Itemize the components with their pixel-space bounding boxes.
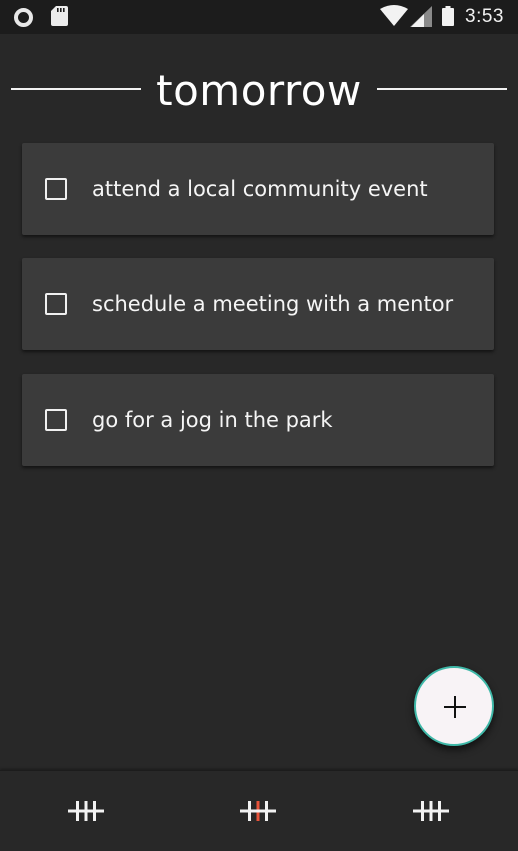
nav-item-tomorrow[interactable] [240,795,276,827]
task-checkbox[interactable] [45,409,67,431]
status-time: 3:53 [465,6,504,27]
task-label: schedule a meeting with a mentor [92,292,454,316]
nav-item-yesterday[interactable] [68,795,104,827]
page-header: tomorrow [0,62,518,118]
plus-icon [444,696,466,718]
header-divider-left [11,88,141,90]
page-title: tomorrow [156,66,362,115]
task-item[interactable]: attend a local community event [22,143,494,235]
task-label: go for a jog in the park [92,408,333,432]
battery-icon [442,6,454,26]
cell-signal-icon [410,6,432,27]
task-item[interactable]: go for a jog in the park [22,374,494,466]
status-bar: 3:53 [0,0,518,34]
wifi-icon [380,5,408,26]
tally-icon [240,801,276,821]
tally-icon [68,801,104,821]
sd-card-icon [51,6,68,26]
circle-notification-icon [14,8,33,27]
task-label: attend a local community event [92,177,428,201]
add-task-button[interactable] [414,666,494,746]
task-checkbox[interactable] [45,293,67,315]
task-checkbox[interactable] [45,178,67,200]
tally-icon [413,801,449,821]
nav-item-later[interactable] [413,795,449,827]
task-item[interactable]: schedule a meeting with a mentor [22,258,494,350]
bottom-nav [0,770,518,851]
header-divider-right [377,88,507,90]
